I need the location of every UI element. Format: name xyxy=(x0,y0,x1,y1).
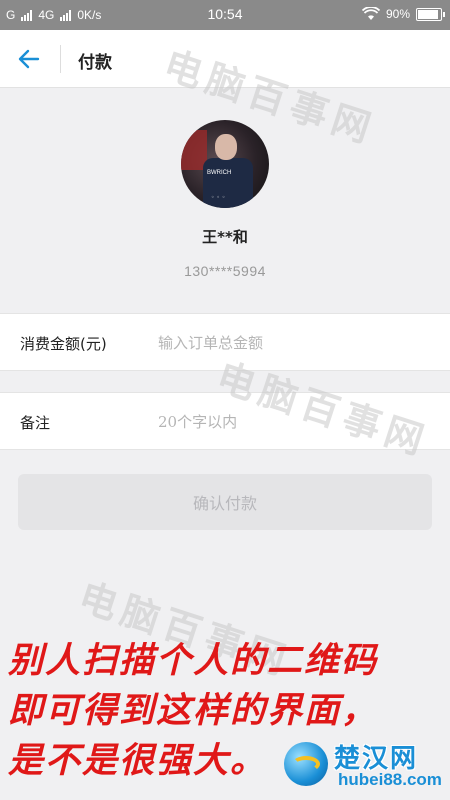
caption-line-2: 即可得到这样的界面， xyxy=(8,690,379,731)
battery-icon xyxy=(416,7,445,21)
amount-row: 消费金额(元) xyxy=(0,313,450,371)
confirm-payment-button[interactable]: 确认付款 xyxy=(18,474,432,530)
note-input[interactable] xyxy=(158,405,428,439)
payee-phone: 130****5994 xyxy=(184,263,266,279)
page-title: 付款 xyxy=(78,53,112,73)
avatar-shirt-text: BWRICH xyxy=(207,170,232,176)
logo-en-text: hubei88.com xyxy=(338,770,442,789)
back-button[interactable] xyxy=(14,45,44,73)
battery-percent: 90% xyxy=(385,7,410,21)
header-divider xyxy=(60,45,61,73)
status-bar: G 4G 0K/s 10:54 90% xyxy=(0,0,450,30)
avatar-caption: ◦ ◦ ◦ xyxy=(211,194,226,201)
note-label: 备注 xyxy=(20,414,51,432)
caption-line-1: 别人扫描个人的二维码 xyxy=(8,640,379,681)
payee-name: 王**和 xyxy=(202,228,248,246)
site-logo: 楚汉网 hubei88.com xyxy=(284,736,444,794)
wifi-icon xyxy=(361,7,380,20)
amount-label: 消费金额(元) xyxy=(20,335,107,353)
amount-input[interactable] xyxy=(158,326,428,360)
note-row: 备注 xyxy=(0,392,450,450)
avatar-head xyxy=(215,134,237,160)
back-arrow-icon xyxy=(18,49,40,69)
status-right: 90% xyxy=(361,7,445,21)
swirl-icon xyxy=(292,756,320,772)
avatar: BWRICH ◦ ◦ ◦ xyxy=(181,120,269,208)
battery-fill xyxy=(418,9,438,19)
app-header: 付款 xyxy=(0,30,450,88)
